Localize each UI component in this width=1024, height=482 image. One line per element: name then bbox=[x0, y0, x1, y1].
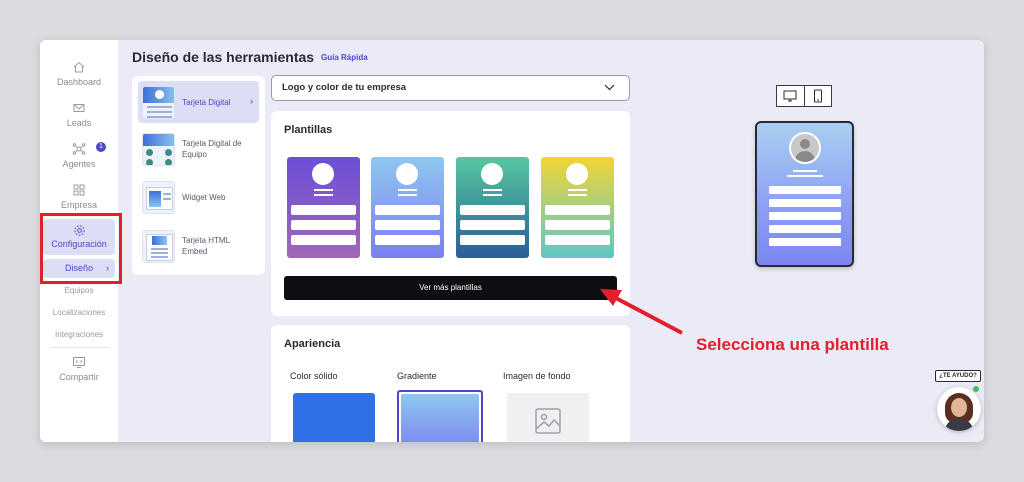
mail-icon bbox=[73, 104, 85, 112]
mobile-icon[interactable] bbox=[813, 89, 823, 103]
template-row bbox=[545, 220, 610, 230]
template-avatar bbox=[396, 163, 418, 185]
template-option-2[interactable] bbox=[371, 157, 444, 258]
sidebar-subitem-localizaciones[interactable]: Localizaciones bbox=[40, 308, 118, 317]
template-line bbox=[483, 189, 502, 191]
tool-thumbnail bbox=[142, 181, 175, 214]
app-window: Dashboard Leads Agentes 1 Empresa Config… bbox=[40, 40, 984, 442]
template-row bbox=[291, 205, 356, 215]
template-line bbox=[483, 194, 502, 196]
preview-row bbox=[769, 199, 841, 207]
template-row bbox=[460, 205, 525, 215]
more-templates-button[interactable]: Ver más plantillas bbox=[284, 276, 617, 300]
template-row bbox=[545, 235, 610, 245]
sidebar-subitem-equipos[interactable]: Equipos bbox=[40, 286, 118, 295]
quick-guide-link[interactable]: Guía Rápida bbox=[321, 53, 368, 62]
template-row bbox=[460, 220, 525, 230]
page-title: Diseño de las herramientas bbox=[132, 49, 315, 65]
card-preview bbox=[755, 121, 854, 267]
template-line bbox=[314, 189, 333, 191]
sidebar-divider bbox=[50, 347, 110, 348]
tool-thumbnail bbox=[142, 133, 175, 166]
templates-card: Plantillas Ver más plantillas bbox=[271, 111, 630, 316]
sidebar-subitem-integraciones[interactable]: Integraciones bbox=[40, 330, 118, 339]
highlight-box bbox=[40, 213, 122, 284]
preview-row bbox=[769, 212, 841, 220]
template-avatar bbox=[312, 163, 334, 185]
help-label[interactable]: ¿TE AYUDO? bbox=[935, 370, 981, 382]
template-avatar bbox=[481, 163, 503, 185]
background-image-option[interactable] bbox=[507, 393, 589, 442]
template-line bbox=[398, 194, 417, 196]
template-row bbox=[460, 235, 525, 245]
annotation-text: Selecciona una plantilla bbox=[696, 335, 889, 354]
sidebar-item-label: Compartir bbox=[59, 372, 99, 382]
sidebar-item-empresa[interactable]: Empresa bbox=[40, 183, 118, 210]
tools-panel: Tarjeta Digital › Tarjeta Digital de Equ… bbox=[132, 76, 265, 275]
gradient-label: Gradiente bbox=[397, 371, 437, 381]
toggle-divider bbox=[804, 86, 805, 106]
tool-thumbnail bbox=[142, 230, 175, 263]
branding-dropdown[interactable]: Logo y color de tu empresa bbox=[271, 75, 630, 101]
sidebar-item-label: Empresa bbox=[60, 200, 97, 210]
solid-color-label: Color sólido bbox=[290, 371, 338, 381]
sidebar-item-leads[interactable]: Leads bbox=[40, 101, 118, 128]
preview-row bbox=[769, 186, 841, 194]
template-line bbox=[398, 189, 417, 191]
desktop-icon[interactable] bbox=[783, 90, 797, 102]
background-image-label: Imagen de fondo bbox=[503, 371, 571, 381]
template-row bbox=[375, 205, 440, 215]
template-option-4[interactable] bbox=[541, 157, 614, 258]
home-icon bbox=[73, 61, 85, 73]
online-status-indicator bbox=[973, 386, 979, 392]
tool-thumbnail bbox=[142, 86, 175, 119]
sidebar-item-dashboard[interactable]: Dashboard bbox=[40, 60, 118, 87]
grid-icon bbox=[73, 184, 85, 196]
notification-badge: 1 bbox=[96, 142, 106, 152]
templates-title: Plantillas bbox=[284, 124, 333, 136]
dropdown-value: Logo y color de tu empresa bbox=[282, 82, 407, 93]
sidebar-item-label: Dashboard bbox=[56, 77, 102, 87]
tool-label: Tarjeta HTML Embed bbox=[182, 236, 230, 256]
tool-item-tarjeta-digital[interactable]: Tarjeta Digital › bbox=[138, 81, 259, 123]
preview-row bbox=[769, 225, 841, 233]
tool-item-html-embed[interactable]: Tarjeta HTML Embed bbox=[138, 225, 259, 267]
tool-item-tarjeta-equipo[interactable]: Tarjeta Digital de Equipo bbox=[138, 128, 259, 170]
avatar bbox=[789, 132, 821, 164]
sidebar-item-agentes[interactable]: Agentes 1 bbox=[40, 142, 118, 169]
template-option-1[interactable] bbox=[287, 157, 360, 258]
appearance-card: Apariencia Color sólido Gradiente Imagen… bbox=[271, 325, 630, 442]
code-share-icon bbox=[73, 357, 85, 368]
preview-name-line bbox=[793, 170, 817, 172]
appearance-title: Apariencia bbox=[284, 338, 341, 350]
template-option-3[interactable] bbox=[456, 157, 529, 258]
chevron-right-icon: › bbox=[250, 96, 253, 106]
chevron-down-icon bbox=[604, 84, 615, 91]
tool-label: Tarjeta Digital de Equipo bbox=[182, 139, 242, 159]
template-line bbox=[314, 194, 333, 196]
tool-label: Tarjeta Digital bbox=[182, 97, 231, 107]
solid-color-option[interactable] bbox=[293, 393, 375, 442]
template-row bbox=[545, 205, 610, 215]
template-row bbox=[291, 235, 356, 245]
template-line bbox=[568, 194, 587, 196]
image-placeholder-icon bbox=[535, 408, 561, 434]
tool-label: Widget Web bbox=[182, 192, 226, 202]
template-row bbox=[375, 220, 440, 230]
tool-item-widget-web[interactable]: Widget Web bbox=[138, 176, 259, 218]
preview-title-line bbox=[787, 175, 823, 177]
template-line bbox=[568, 189, 587, 191]
gradient-option[interactable] bbox=[397, 390, 483, 442]
sidebar-item-label: Agentes bbox=[62, 159, 96, 169]
network-icon bbox=[72, 143, 86, 155]
template-row bbox=[291, 220, 356, 230]
device-toggle bbox=[776, 85, 832, 107]
sidebar-item-label: Leads bbox=[66, 118, 92, 128]
sidebar-item-compartir[interactable]: Compartir bbox=[40, 356, 118, 382]
template-avatar bbox=[566, 163, 588, 185]
template-row bbox=[375, 235, 440, 245]
help-avatar[interactable] bbox=[937, 387, 981, 431]
preview-row bbox=[769, 238, 841, 246]
